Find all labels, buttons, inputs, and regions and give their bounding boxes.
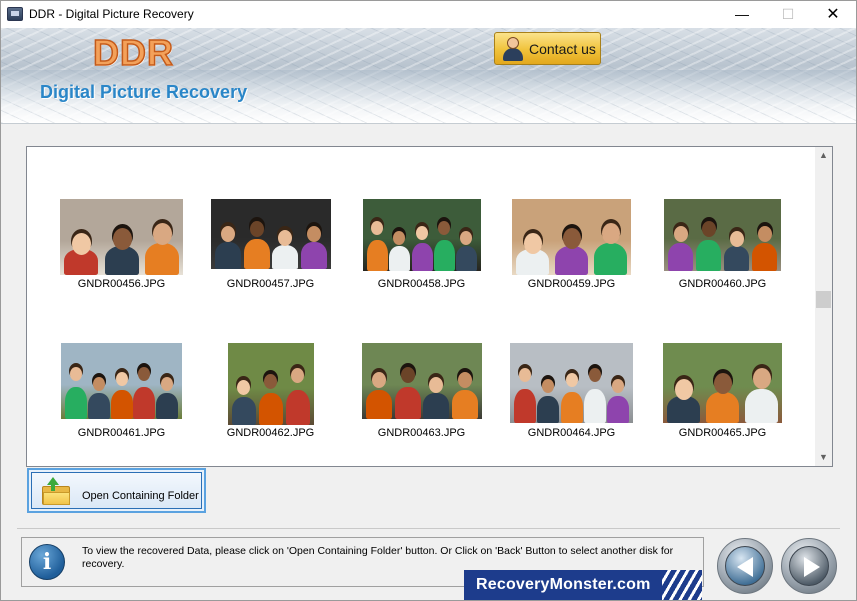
window-title: DDR - Digital Picture Recovery bbox=[29, 7, 194, 21]
contact-person-icon bbox=[502, 37, 524, 61]
app-subtitle: Digital Picture Recovery bbox=[40, 82, 248, 102]
scroll-up-arrow-icon[interactable]: ▲ bbox=[815, 147, 832, 164]
file-name-label: GNDR00462.JPG bbox=[226, 427, 315, 439]
contact-us-label: Contact us bbox=[529, 41, 596, 57]
file-name-label: GNDR00461.JPG bbox=[77, 427, 166, 439]
scroll-thumb[interactable] bbox=[816, 291, 831, 308]
app-window: DDR - Digital Picture Recovery — ☐ ✕ DDR… bbox=[0, 0, 857, 601]
next-button[interactable] bbox=[781, 538, 837, 594]
app-icon bbox=[7, 7, 23, 21]
recovered-files-gallery[interactable]: GNDR00456.JPG GNDR00457.JPG GNDR00458.JPG G… bbox=[26, 146, 833, 467]
photo-preview bbox=[227, 343, 314, 425]
photo-preview bbox=[510, 343, 633, 423]
file-name-label: GNDR00457.JPG bbox=[226, 278, 315, 290]
file-name-label: GNDR00459.JPG bbox=[527, 278, 616, 290]
back-arrow-icon bbox=[737, 557, 753, 577]
photo-preview bbox=[512, 199, 631, 275]
photo-preview bbox=[61, 343, 182, 419]
info-icon: i bbox=[29, 544, 65, 580]
divider bbox=[17, 528, 840, 529]
photo-preview bbox=[361, 343, 482, 419]
file-name-label: GNDR00463.JPG bbox=[377, 427, 466, 439]
photo-preview bbox=[210, 199, 331, 269]
app-logo: DDR bbox=[92, 31, 174, 74]
close-button[interactable]: ✕ bbox=[810, 1, 856, 28]
folder-open-icon bbox=[42, 477, 70, 505]
open-folder-label: Open Containing Folder bbox=[82, 490, 199, 502]
scroll-down-arrow-icon[interactable]: ▼ bbox=[815, 449, 832, 466]
recoverymonster-logo[interactable]: RecoveryMonster.com bbox=[464, 570, 702, 600]
file-name-label: GNDR00458.JPG bbox=[377, 278, 466, 290]
photo-preview bbox=[664, 199, 781, 271]
file-name-label: GNDR00456.JPG bbox=[77, 278, 166, 290]
next-arrow-icon bbox=[804, 557, 820, 577]
open-containing-folder-button[interactable]: Open Containing Folder bbox=[27, 468, 206, 513]
file-name-label: GNDR00464.JPG bbox=[527, 427, 616, 439]
photo-preview bbox=[362, 199, 481, 271]
brand-text: RecoveryMonster.com bbox=[476, 576, 651, 593]
info-message: To view the recovered Data, please click… bbox=[82, 545, 674, 570]
photo-preview bbox=[60, 199, 183, 275]
maximize-button[interactable]: ☐ bbox=[765, 1, 811, 28]
contact-us-button[interactable]: Contact us bbox=[494, 32, 601, 65]
file-name-label: GNDR00465.JPG bbox=[678, 427, 767, 439]
minimize-button[interactable]: — bbox=[719, 1, 765, 28]
file-name-label: GNDR00460.JPG bbox=[678, 278, 767, 290]
folder-button-face: Open Containing Folder bbox=[31, 472, 202, 509]
title-bar: DDR - Digital Picture Recovery — ☐ ✕ bbox=[1, 1, 856, 28]
vertical-scrollbar[interactable]: ▲ ▼ bbox=[815, 147, 832, 466]
header-banner: DDR Digital Picture Recovery Contact us bbox=[1, 28, 856, 124]
back-button[interactable] bbox=[717, 538, 773, 594]
photo-preview bbox=[663, 343, 782, 423]
